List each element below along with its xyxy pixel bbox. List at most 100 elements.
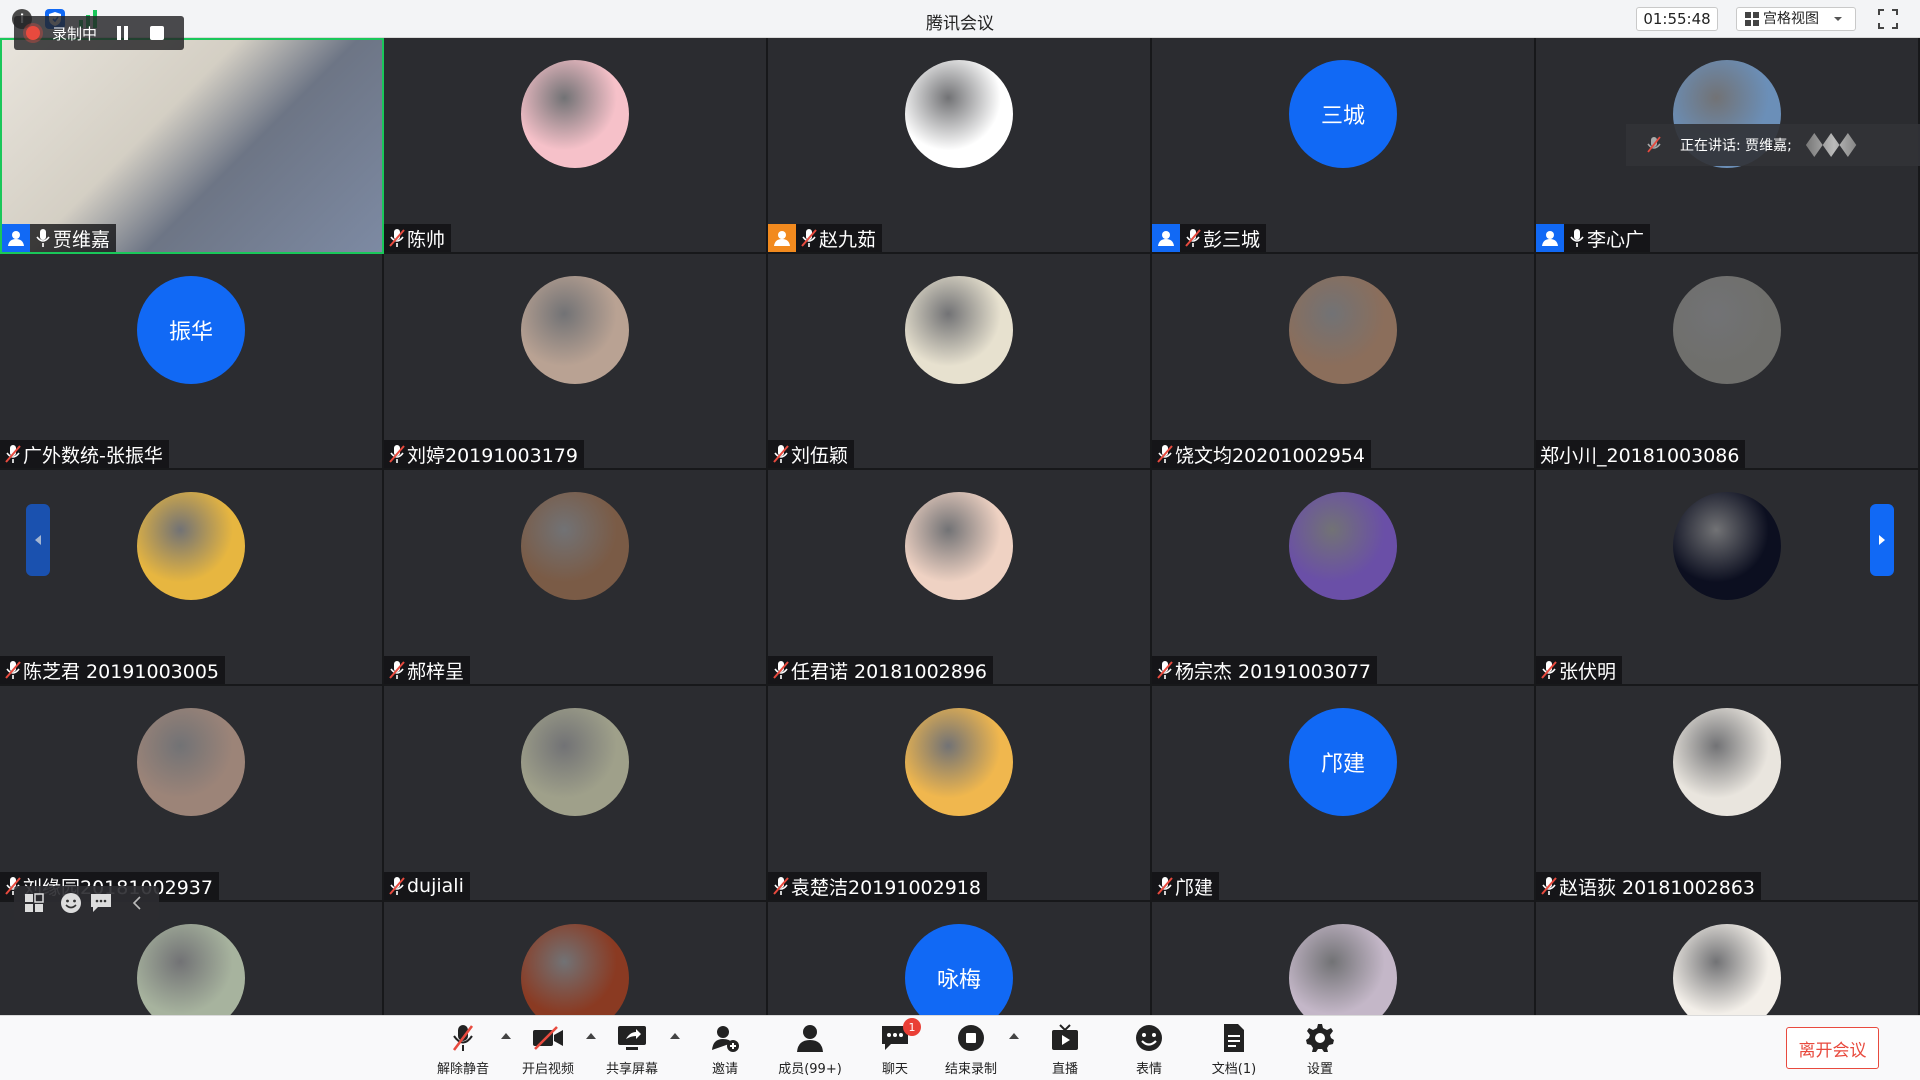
recording-label: 录制中	[52, 24, 98, 43]
previous-page-button[interactable]	[26, 504, 50, 576]
participant-tile[interactable]: 邝建 邝建	[1152, 686, 1536, 902]
participant-name: 袁楚洁20191002918	[791, 876, 981, 899]
host-user-icon	[768, 224, 796, 252]
participant-tile[interactable]: 贾维嘉	[0, 38, 384, 254]
participant-name: 彭三城	[1203, 228, 1261, 251]
avatar-initials: 三城	[1320, 104, 1365, 129]
participant-name: dujiali	[407, 875, 464, 897]
participant-name: 赵九茹	[819, 228, 877, 251]
emoji-icon[interactable]	[60, 892, 82, 914]
participant-avatar	[521, 492, 629, 600]
participant-name: 刘婷20191003179	[407, 444, 578, 467]
participant-tile[interactable]: 饶文均20201002954	[1152, 254, 1536, 470]
participant-tile[interactable]: 袁楚洁20191002918	[768, 686, 1152, 902]
chat-button[interactable]: 1 聊天	[855, 1018, 935, 1077]
share-screen-button[interactable]: 共享屏幕	[592, 1022, 672, 1077]
participant-tile[interactable]: 陈芝君 20191003005	[0, 470, 384, 686]
participant-tile[interactable]: 赵九茹	[768, 38, 1152, 254]
camera-off-icon	[532, 1022, 564, 1054]
participant-nametag: 赵语荻 20181002863	[1536, 872, 1762, 900]
share-options-caret-icon[interactable]	[669, 1030, 681, 1042]
collapse-icon[interactable]	[132, 896, 142, 910]
recording-options-caret-icon[interactable]	[1008, 1030, 1020, 1042]
participant-nametag: dujiali	[384, 872, 470, 900]
start-video-label: 开启视频	[521, 1062, 574, 1077]
next-page-button[interactable]	[1870, 504, 1894, 576]
document-icon	[1218, 1022, 1250, 1054]
participant-tile[interactable]: 任君诺 20181002896	[768, 470, 1152, 686]
title-bar: i 腾讯会议 01:55:48 宫格视图	[0, 0, 1920, 38]
leave-meeting-button[interactable]: 离开会议	[1786, 1027, 1879, 1069]
members-button[interactable]: 成员(99+)	[770, 1022, 850, 1077]
participant-nametag: 李心广	[1536, 224, 1651, 252]
grid-view-icon	[1745, 12, 1759, 26]
unmute-button[interactable]: 解除静音	[423, 1022, 503, 1077]
live-button[interactable]: 直播	[1025, 1022, 1105, 1077]
window-title: 腾讯会议	[926, 14, 994, 34]
participant-nametag: 陈芝君 20191003005	[0, 656, 226, 684]
mic-muted-icon	[388, 875, 406, 897]
participant-name: 陈芝君 20191003005	[23, 660, 220, 683]
participant-avatar: 邝建	[1289, 708, 1397, 816]
avatar-initials: 邝建	[1320, 752, 1365, 777]
stop-recording-icon[interactable]	[150, 26, 165, 40]
chevron-right-icon	[1879, 535, 1885, 545]
participant-avatar	[1289, 276, 1397, 384]
participant-tile[interactable]: 杨宗杰 20191003077	[1152, 470, 1536, 686]
participant-tile[interactable]: 赵语荻 20181002863	[1536, 686, 1920, 902]
reactions-button[interactable]: 表情	[1109, 1022, 1189, 1077]
participant-avatar	[137, 708, 245, 816]
host-user-icon	[1536, 224, 1564, 252]
record-dot-icon	[26, 26, 40, 40]
participant-avatar: 咏梅	[905, 924, 1013, 1015]
participant-tile[interactable]: 刘婷20191003179	[384, 254, 768, 470]
participant-tile[interactable]: 咏梅	[768, 902, 1152, 1015]
meeting-timer: 01:55:48	[1636, 7, 1718, 31]
participant-tile[interactable]: 三城彭三城	[1152, 38, 1536, 254]
view-mode-label: 宫格视图	[1763, 11, 1819, 27]
end-recording-label: 结束录制	[944, 1062, 997, 1077]
start-video-button[interactable]: 开启视频	[508, 1022, 588, 1077]
mic-muted-icon	[447, 1022, 479, 1054]
participant-tile[interactable]	[1152, 902, 1536, 1015]
chat-label: 聊天	[881, 1062, 908, 1077]
speaking-indicator: 正在讲话: 贾维嘉;	[1626, 124, 1920, 166]
pause-recording-icon[interactable]	[117, 26, 129, 40]
participant-tile[interactable]	[384, 902, 768, 1015]
participant-avatar: 振华	[137, 276, 245, 384]
mic-muted-icon	[1647, 136, 1661, 153]
fullscreen-icon[interactable]	[1878, 9, 1898, 29]
participant-tile[interactable]: 郝梓呈	[384, 470, 768, 686]
participant-grid: 贾维嘉 陈帅 赵九茹 三城 彭三城 李心广 振华 广外数统-张振华 刘婷20191003179 刘…	[0, 38, 1920, 1015]
end-recording-button[interactable]: 结束录制	[931, 1022, 1011, 1077]
participant-tile[interactable]: 刘缘园20181002937	[0, 686, 384, 902]
layout-icon[interactable]	[24, 893, 44, 913]
participant-tile[interactable]: 振华 广外数统-张振华	[0, 254, 384, 470]
participant-name: 郑小川_20181003086	[1540, 444, 1740, 467]
participant-avatar	[1673, 924, 1781, 1015]
participant-name: 陈帅	[407, 228, 446, 251]
participant-avatar	[1673, 276, 1781, 384]
docs-button[interactable]: 文档(1)	[1194, 1022, 1274, 1077]
live-stream-icon	[1049, 1022, 1081, 1054]
participant-tile[interactable]: 郑小川_20181003086	[1536, 254, 1920, 470]
unmute-label: 解除静音	[436, 1062, 489, 1077]
participant-tile[interactable]: 张伏明	[1536, 470, 1920, 686]
participant-nametag: 饶文均20201002954	[1152, 440, 1371, 468]
mic-muted-icon	[1184, 227, 1202, 249]
participant-avatar	[905, 60, 1013, 168]
invite-button[interactable]: 邀请	[685, 1022, 765, 1077]
mic-muted-icon	[388, 443, 406, 465]
participant-tile[interactable]: 陈帅	[384, 38, 768, 254]
settings-button[interactable]: 设置	[1280, 1022, 1360, 1077]
view-mode-dropdown[interactable]: 宫格视图	[1736, 7, 1856, 31]
docs-label: 文档(1)	[1211, 1062, 1257, 1077]
participant-nametag: 赵九茹	[768, 224, 883, 252]
participant-tile[interactable]: dujiali	[384, 686, 768, 902]
live-label: 直播	[1051, 1062, 1078, 1077]
gear-icon	[1304, 1022, 1336, 1054]
participant-tile[interactable]	[1536, 902, 1920, 1015]
chat-bubble-icon[interactable]	[90, 893, 112, 913]
participant-tile[interactable]: 刘伍颖	[768, 254, 1152, 470]
mic-muted-icon	[1156, 875, 1174, 897]
